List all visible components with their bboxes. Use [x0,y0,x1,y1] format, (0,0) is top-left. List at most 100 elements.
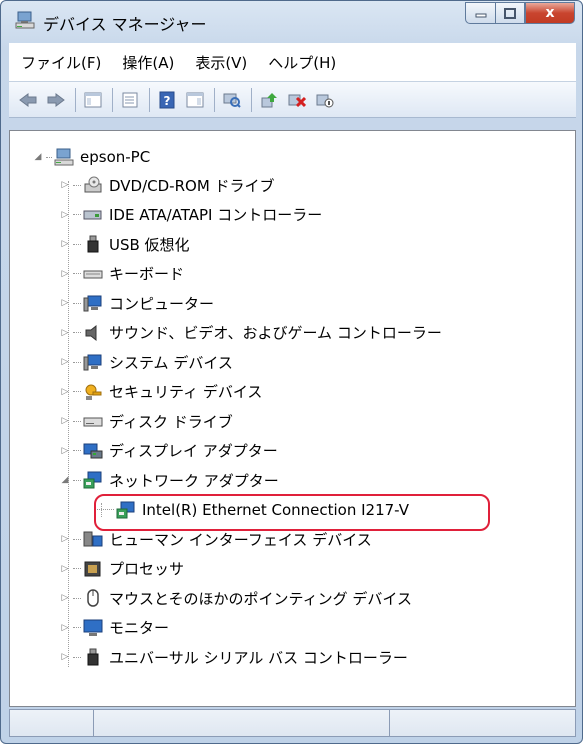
menu-file[interactable]: ファイル(F) [9,52,110,73]
collapse-arrow-icon[interactable]: ◢ [32,151,44,163]
security-key-icon [83,383,103,401]
menu-action[interactable]: 操作(A) [110,52,183,73]
network-adapter-icon [83,471,103,489]
tree-category[interactable]: ◢ ネットワーク アダプター [59,468,279,492]
tree-item-label: システム デバイス [109,353,233,372]
tree-item-label: プロセッサ [109,560,185,578]
expand-arrow-icon[interactable]: ▷ [59,179,71,191]
scan-hardware-button[interactable] [221,89,243,111]
menu-view[interactable]: 表示(V) [183,52,256,73]
expand-arrow-icon[interactable]: ▷ [59,592,71,604]
tree-category[interactable]: ▷ キーボード [59,262,184,286]
tree-root-label: epson-PC [80,148,151,166]
close-icon: x [545,5,555,21]
menu-help[interactable]: ヘルプ(H) [256,52,345,73]
menu-bar: ファイル(F) 操作(A) 表示(V) ヘルプ(H) [9,43,576,81]
forward-button[interactable] [45,89,67,111]
tree-category[interactable]: ▷ ユニバーサル シリアル バス コントローラー [59,645,408,669]
expand-arrow-icon[interactable]: ▷ [59,622,71,634]
tree-item-label: ディスク ドライブ [109,412,233,431]
tree-category[interactable]: ▷ DVD/CD-ROM ドライブ [59,173,275,197]
toolbar-separator [251,87,252,112]
tree-category[interactable]: ▷ システム デバイス [59,350,233,374]
tree-item-label: ユニバーサル シリアル バス コントローラー [109,648,408,667]
hid-icon [83,530,103,548]
collapse-arrow-icon[interactable]: ◢ [59,474,71,486]
back-button[interactable] [17,89,39,111]
expand-arrow-icon[interactable]: ▷ [59,533,71,545]
action-pane-icon [186,92,204,107]
status-bar [9,709,576,737]
tree-category[interactable]: ▷ コンピューター [59,291,214,315]
uninstall-icon [288,94,306,107]
tree-category[interactable]: ▷ IDE ATA/ATAPI コントローラー [59,203,323,227]
help-icon: ? [159,91,175,108]
expand-arrow-icon[interactable]: ▷ [59,327,71,339]
tree-root[interactable]: ◢ epson-PC [32,145,151,169]
disable-button[interactable] [314,89,336,111]
close-button[interactable]: x [525,2,575,24]
disable-device-icon [316,94,334,107]
toolbar-separator [149,87,150,112]
expand-arrow-icon[interactable]: ▷ [59,297,71,309]
svg-text:?: ? [164,94,171,108]
tree-category[interactable]: ▷ ディスク ドライブ [59,409,233,433]
update-driver-icon [261,92,277,107]
expand-arrow-icon[interactable]: ▷ [59,268,71,280]
tree-category[interactable]: ▷ セキュリティ デバイス [59,380,263,404]
scan-hardware-icon [223,93,241,108]
device-manager-window: デバイス マネージャー x ファイル(F) 操作(A) 表示(V) ヘルプ(H) [0,0,583,744]
processor-icon [83,560,103,578]
expand-arrow-icon[interactable]: ▷ [59,445,71,457]
expand-arrow-icon[interactable]: ▷ [59,356,71,368]
console-tree-icon [84,92,102,107]
device-manager-icon [15,10,35,30]
back-arrow-icon [19,92,37,107]
console-tree-button[interactable] [82,89,104,111]
ide-controller-icon [83,206,103,224]
title-bar[interactable]: デバイス マネージャー x [1,1,582,41]
mouse-icon [83,589,103,607]
properties-button[interactable] [119,89,141,111]
window-controls: x [465,2,575,24]
tree-category[interactable]: ▷ USB 仮想化 [59,232,190,256]
expand-arrow-icon[interactable]: ▷ [59,563,71,575]
help-button[interactable]: ? [156,89,178,111]
expand-arrow-icon[interactable]: ▷ [59,238,71,250]
tree-item-label: ヒューマン インターフェイス デバイス [109,530,372,549]
toolbar-separator [75,87,76,112]
monitor-icon [83,619,103,637]
display-adapter-icon [83,442,103,460]
expand-arrow-icon[interactable]: ▷ [59,651,71,663]
usb-icon [83,648,103,666]
tree-category[interactable]: ▷ プロセッサ [59,557,184,581]
computer-icon [54,148,74,166]
expand-arrow-icon[interactable]: ▷ [59,209,71,221]
tree-item-label: DVD/CD-ROM ドライブ [109,176,275,195]
expand-arrow-icon[interactable]: ▷ [59,386,71,398]
update-driver-button[interactable] [258,89,280,111]
status-cell [93,709,389,737]
toolbar-separator [112,87,113,112]
action-pane-button[interactable] [184,89,206,111]
tree-category[interactable]: ▷ ディスプレイ アダプター [59,439,278,463]
tree-item-label: モニター [109,619,170,637]
minimize-icon [475,13,486,18]
tree-category[interactable]: ▷ サウンド、ビデオ、およびゲーム コントローラー [59,321,442,345]
computer-icon [83,294,103,312]
dvd-drive-icon [83,176,103,194]
highlight-annotation [94,494,490,531]
device-tree[interactable]: ◢ epson-PC ▷ DVD/CD-ROM ドライブ ▷ IDE ATA/ATAP… [9,130,576,707]
tree-item-label: コンピューター [109,294,215,313]
tree-category[interactable]: ▷ モニター [59,616,169,640]
minimize-button[interactable] [465,2,495,24]
toolbar-separator [214,87,215,112]
tree-category[interactable]: ▷ マウスとそのほかのポインティング デバイス [59,586,412,610]
properties-icon [122,92,138,107]
maximize-button[interactable] [495,2,525,24]
tree-item-label: セキュリティ デバイス [109,383,263,401]
expand-arrow-icon[interactable]: ▷ [59,415,71,427]
uninstall-button[interactable] [286,89,308,111]
tree-item-label: ネットワーク アダプター [109,471,279,490]
keyboard-icon [83,265,103,283]
